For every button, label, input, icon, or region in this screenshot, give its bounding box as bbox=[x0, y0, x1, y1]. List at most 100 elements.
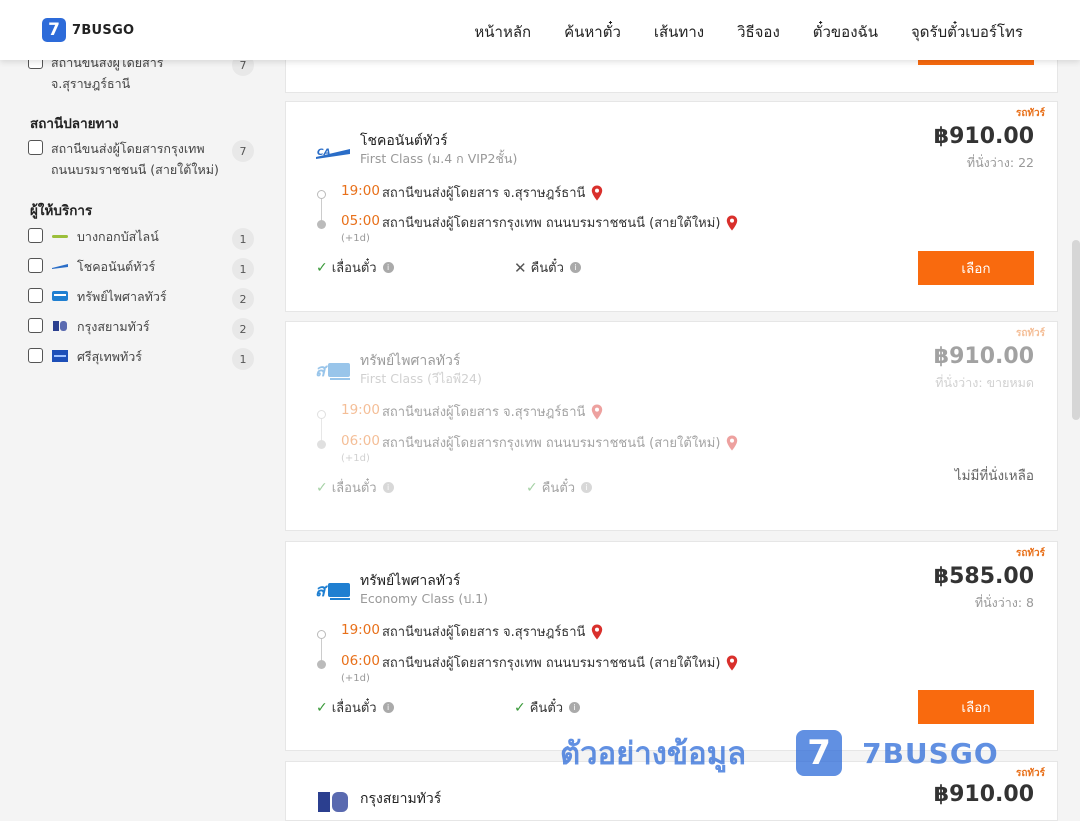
arrival-dot bbox=[317, 660, 326, 669]
departure-dot bbox=[317, 410, 326, 419]
filter-destination-item[interactable]: สถานีขนส่งผู้โดยสารกรุงเทพ ถนนบรมราชชนนี… bbox=[28, 138, 254, 180]
filter-provider-bangkokbusline[interactable]: บางกอกบัสไลน์ 1 bbox=[28, 226, 254, 250]
arrival-station: สถานีขนส่งผู้โดยสารกรุงเทพ ถนนบรมราชชนนี… bbox=[382, 432, 738, 453]
filter-label: กรุงสยามทัวร์ bbox=[77, 319, 150, 334]
filter-label: โชคอนันต์ทัวร์ bbox=[77, 259, 156, 274]
station-name: สถานีขนส่งผู้โดยสาร จ.สุราษฎร์ธานี bbox=[382, 625, 586, 640]
logo-mark: 7 bbox=[42, 18, 66, 42]
refund-policy: ✓ คืนตั๋ว i bbox=[526, 477, 593, 498]
change-policy: ✓ เลื่อนตั๋ว i bbox=[316, 257, 394, 278]
krungsiam-logo-icon bbox=[318, 792, 348, 812]
sappaisan-logo-icon: ส bbox=[315, 581, 350, 601]
info-icon[interactable]: i bbox=[382, 482, 394, 493]
station-name: สถานีขนส่งผู้โดยสารกรุงเทพ ถนนบรมราชชนนี… bbox=[382, 436, 721, 451]
filter-count: 1 bbox=[232, 258, 254, 280]
departure-station: สถานีขนส่งผู้โดยสาร จ.สุราษฎร์ธานี bbox=[382, 182, 603, 203]
trip-card: รถทัวร์ CA โชคอนันต์ทัวร์ First Class (ม… bbox=[285, 101, 1058, 312]
checkbox[interactable] bbox=[28, 288, 43, 303]
trip-card-sold-out: รถทัวร์ ส ทรัพย์ไพศาลทัวร์ First Class (… bbox=[285, 321, 1058, 531]
map-pin-icon[interactable] bbox=[726, 215, 738, 231]
change-policy: ✓ เลื่อนตั๋ว i bbox=[316, 697, 394, 718]
policy-label: เลื่อนตั๋ว bbox=[331, 701, 377, 716]
checkbox[interactable] bbox=[28, 258, 43, 273]
check-icon: ✓ bbox=[514, 699, 526, 716]
filter-count: 1 bbox=[232, 348, 254, 370]
info-icon[interactable]: i bbox=[382, 702, 394, 713]
arrival-station: สถานีขนส่งผู้โดยสารกรุงเทพ ถนนบรมราชชนนี… bbox=[382, 652, 738, 673]
info-icon[interactable]: i bbox=[569, 702, 581, 713]
cross-icon: ✕ bbox=[514, 258, 527, 277]
nav-home[interactable]: หน้าหลัก bbox=[474, 20, 531, 44]
nav-how-to-book[interactable]: วิธีจอง bbox=[737, 20, 780, 44]
filter-provider-srisuthep[interactable]: ศรีสุเทพทัวร์ 1 bbox=[28, 346, 254, 370]
bus-class: First Class (ม.4 ก VIP2ชั้น) bbox=[360, 151, 518, 166]
nav-routes[interactable]: เส้นทาง bbox=[654, 20, 704, 44]
svg-text:CA: CA bbox=[317, 148, 331, 158]
site-logo[interactable]: 7 7BUSGO bbox=[42, 18, 134, 42]
arrival-time: 05:00 bbox=[341, 213, 380, 229]
filter-provider-chokanan[interactable]: โชคอนันต์ทัวร์ 1 bbox=[28, 256, 254, 280]
next-day-label: (+1d) bbox=[341, 233, 370, 244]
filter-provider-sappaisan[interactable]: ทรัพย์ไพศาลทัวร์ 2 bbox=[28, 286, 254, 310]
chokanan-logo-icon bbox=[52, 264, 68, 269]
seats-available: ที่นั่งว่าง: 8 bbox=[974, 595, 1034, 610]
bus-type-tag: รถทัวร์ bbox=[1015, 328, 1045, 339]
bus-type-tag: รถทัวร์ bbox=[1015, 768, 1045, 779]
seats-available: ที่นั่งว่าง: 22 bbox=[966, 155, 1034, 170]
top-header: 7 7BUSGO หน้าหลัก ค้นหาตั๋ว เส้นทาง วิธี… bbox=[0, 0, 1080, 60]
arrival-time: 06:00 bbox=[341, 433, 380, 449]
checkbox[interactable] bbox=[28, 318, 43, 333]
map-pin-icon[interactable] bbox=[591, 624, 603, 640]
info-icon[interactable]: i bbox=[569, 262, 581, 273]
operator-name: กรุงสยามทัวร์ bbox=[360, 791, 442, 807]
page-scrollbar[interactable] bbox=[1072, 240, 1080, 420]
srisuthep-logo-icon bbox=[52, 350, 68, 362]
watermark-text: ตัวอย่างข้อมูล bbox=[560, 736, 747, 772]
nav-ticket-pickup[interactable]: จุดรับตั๋วเบอร์โทร bbox=[911, 20, 1023, 44]
policy-label: คืนตั๋ว bbox=[530, 261, 564, 276]
nav-search-ticket[interactable]: ค้นหาตั๋ว bbox=[564, 20, 621, 44]
check-icon: ✓ bbox=[316, 699, 328, 716]
map-pin-icon[interactable] bbox=[726, 655, 738, 671]
policy-label: คืนตั๋ว bbox=[529, 701, 564, 716]
dimmed-content: รถทัวร์ ส ทรัพย์ไพศาลทัวร์ First Class (… bbox=[286, 322, 1057, 530]
bus-type-tag: รถทัวร์ bbox=[1015, 548, 1045, 559]
checkbox[interactable] bbox=[28, 348, 43, 363]
check-icon: ✓ bbox=[316, 259, 328, 276]
provider-filter-title: ผู้ให้บริการ bbox=[30, 203, 93, 219]
info-icon[interactable]: i bbox=[581, 482, 593, 493]
map-pin-icon[interactable] bbox=[726, 435, 738, 451]
select-trip-button[interactable]: เลือก bbox=[918, 251, 1034, 285]
krungsiam-logo-icon bbox=[53, 321, 67, 331]
chokanan-logo-icon: CA bbox=[316, 148, 350, 159]
filter-count: 2 bbox=[232, 318, 254, 340]
svg-text:ส: ส bbox=[315, 361, 329, 381]
filter-count: 2 bbox=[232, 288, 254, 310]
arrival-dot bbox=[317, 220, 326, 229]
station-name: สถานีขนส่งผู้โดยสารกรุงเทพ ถนนบรมราชชนนี… bbox=[382, 656, 721, 671]
sappaisan-logo-icon: ส bbox=[315, 361, 350, 381]
filter-label: ศรีสุเทพทัวร์ bbox=[77, 349, 143, 364]
sappaisan-logo-icon bbox=[52, 291, 68, 301]
filter-count: 7 bbox=[232, 140, 254, 162]
departure-station: สถานีขนส่งผู้โดยสาร จ.สุราษฎร์ธานี bbox=[382, 401, 603, 422]
departure-dot bbox=[317, 630, 326, 639]
sold-out-label: ไม่มีที่นั่งเหลือ bbox=[954, 468, 1034, 484]
map-pin-icon[interactable] bbox=[591, 185, 603, 201]
filter-provider-krungsiam[interactable]: กรุงสยามทัวร์ 2 bbox=[28, 316, 254, 340]
ticket-price: ฿910.00 bbox=[933, 124, 1034, 149]
next-day-label: (+1d) bbox=[341, 673, 370, 684]
policy-label: คืนตั๋ว bbox=[541, 481, 576, 496]
departure-time: 19:00 bbox=[341, 622, 380, 638]
nav-my-tickets[interactable]: ตั๋วของฉัน bbox=[813, 20, 878, 44]
select-trip-button[interactable]: เลือก bbox=[918, 690, 1034, 724]
filter-label: สถานีขนส่งผู้โดยสารกรุงเทพ ถนนบรมราชชนนี… bbox=[51, 141, 219, 177]
check-icon: ✓ bbox=[316, 479, 328, 496]
checkbox[interactable] bbox=[28, 228, 43, 243]
filter-label: บางกอกบัสไลน์ bbox=[77, 229, 159, 244]
checkbox[interactable] bbox=[28, 140, 43, 155]
ticket-price: ฿910.00 bbox=[933, 344, 1034, 369]
policy-label: เลื่อนตั๋ว bbox=[331, 261, 377, 276]
info-icon[interactable]: i bbox=[382, 262, 394, 273]
map-pin-icon[interactable] bbox=[591, 404, 603, 420]
